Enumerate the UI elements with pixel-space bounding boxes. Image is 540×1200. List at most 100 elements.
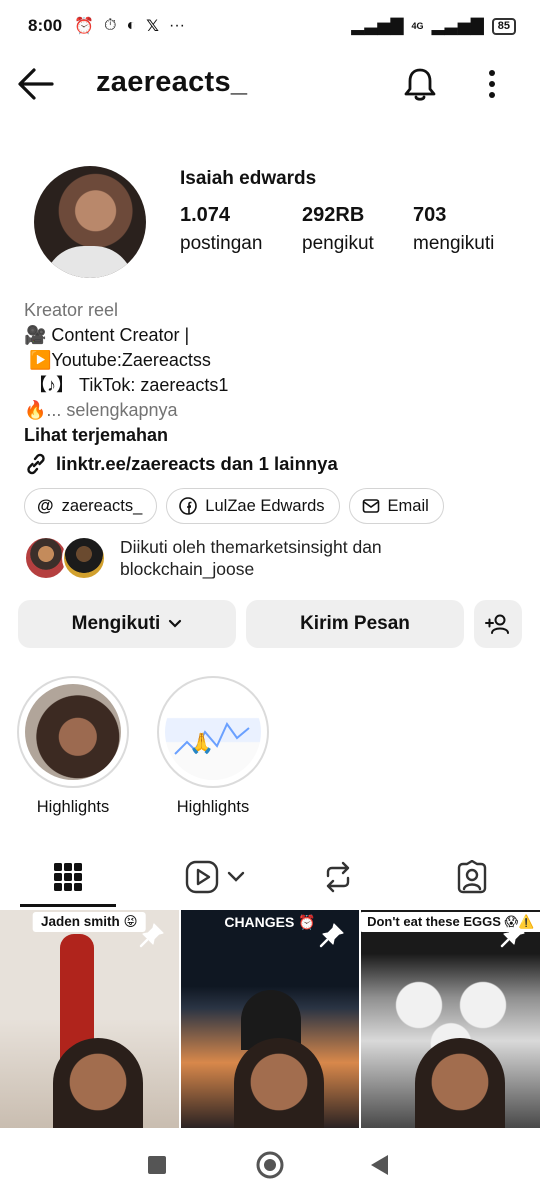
pinned-icon [320,923,344,948]
tab-reels[interactable] [180,852,250,902]
pinned-icon [500,923,525,948]
stat-following-label: mengikuti [413,233,495,254]
threads-chip-label: zaereacts_ [61,496,143,515]
status-bar: 8:00 ⏰ ⏱ ◐ 𝕏 ··· ▂▃▅▇ 4G ▂▃▅▇ 85 [0,0,540,52]
back-nav-button[interactable] [371,1155,388,1175]
bell-icon [404,68,436,101]
post-creator-face [234,1038,324,1128]
pinned-icon [139,923,164,948]
grid-icon [54,863,82,891]
followed-by[interactable]: Diikuti oleh themarketsinsight dan block… [24,536,382,580]
kebab-menu-icon [489,70,495,98]
home-button[interactable] [256,1151,284,1179]
home-dot-icon [264,1159,276,1171]
post-thumbnail[interactable]: CHANGES ⏰ [180,910,360,1128]
facebook-chip-label: LulZae Edwards [205,496,325,515]
followed-by-text: Diikuti oleh themarketsinsight dan block… [120,536,382,580]
more-options-button[interactable] [478,64,506,104]
profile-tabs [0,846,540,908]
stat-following-value: 703 [413,204,447,226]
stat-followers-label: pengikut [302,233,374,254]
system-nav-bar [0,1130,540,1200]
stat-followers-value: 292RB [302,204,365,226]
stat-followers[interactable]: 292RB pengikut [302,204,374,255]
alarm-icon: ⏱ [103,17,117,34]
profile-link-text: linktr.ee/zaereacts dan 1 lainnya [56,453,338,474]
nav-buttons [148,1151,388,1179]
highlight-label: Highlights [176,798,250,816]
mutual-follower-avatar [62,536,106,580]
facebook-icon [179,497,198,515]
tab-posts-grid[interactable] [40,852,96,902]
bio-line: 🎥 Content Creator | [24,325,190,345]
following-button[interactable]: Mengikuti [18,600,236,648]
profile-avatar[interactable] [34,166,146,278]
facebook-chip[interactable]: LulZae Edwards [166,488,340,524]
active-tab-indicator [20,904,116,907]
bio-line: 【♪】 TikTok: zaereacts1 [24,375,229,395]
profile-full-name: Isaiah edwards [180,168,317,189]
notifications-button[interactable] [400,64,440,104]
highlight-cover [25,684,121,780]
tab-tagged[interactable] [452,852,492,902]
see-translation-link[interactable]: Lihat terjemahan [24,423,524,448]
repost-icon [326,861,350,893]
post-thumbnail[interactable]: Jaden smith 😝 [0,910,179,1128]
email-chip-label: Email [387,496,429,515]
highlight-cover: 🙏 [165,684,261,780]
post-thumbnail[interactable]: Don't eat these EGGS 😱⚠️ [361,910,540,1128]
threads-icon: @ [37,496,54,515]
profile-actions: Mengikuti Kirim Pesan [18,600,522,648]
triangle-back-icon [371,1155,388,1175]
profile-link[interactable]: linktr.ee/zaereacts dan 1 lainnya [24,452,338,476]
stat-posts-value: 1.074 [180,204,231,226]
battery-indicator: 85 [491,17,516,35]
stat-posts-label: postingan [180,233,263,254]
signal-icon: ▂▃▅▇ [351,16,404,35]
post-creator-face [53,1038,144,1128]
back-arrow-icon [18,68,54,100]
email-chip[interactable]: Email [348,488,444,524]
message-button-label: Kirim Pesan [300,613,410,634]
suggest-users-button[interactable] [474,600,522,648]
mail-icon [362,499,379,513]
profile-category: Kreator reel [24,300,119,320]
story-highlight[interactable]: 🙏 Highlights [157,676,269,817]
reels-play-icon [185,860,219,894]
post-caption: CHANGES ⏰ [224,914,316,930]
story-highlight[interactable]: Highlights [17,676,129,817]
following-button-label: Mengikuti [71,613,161,634]
followed-by-line: blockchain_joose [120,559,255,579]
tab-reposts[interactable] [318,852,358,902]
network-type: 4G [411,21,424,31]
status-time: 8:00 [28,16,63,35]
see-more-link[interactable]: ... selengkapnya [46,400,177,420]
message-button[interactable]: Kirim Pesan [246,600,464,648]
profile-username: zaereacts_ [96,66,248,98]
highlight-ring [17,676,129,788]
stat-following[interactable]: 703 mengikuti [413,204,494,255]
stat-posts[interactable]: 1.074 postingan [180,204,262,255]
recents-button[interactable] [148,1156,166,1174]
alarm-clock-icon: ⏰ [74,18,94,35]
highlight-label: Highlights [36,798,110,816]
profile-header: zaereacts_ [0,56,540,112]
highlight-ring: 🙏 [157,676,269,788]
pray-emoji: 🙏 [189,732,214,755]
tagged-person-icon [457,860,487,894]
bio-line: ▶️Youtube:Zaereactss [24,350,211,370]
notification-icons: ⏰ ⏱ ◐ 𝕏 ··· [74,16,185,36]
posts-grid: Jaden smith 😝 CHANGES ⏰ Don't eat these … [0,910,540,1128]
profile-chips: @ zaereacts_ LulZae Edwards Email [24,488,444,524]
threads-chip[interactable]: @ zaereacts_ [24,488,158,524]
system-indicators: ▂▃▅▇ 4G ▂▃▅▇ 85 [351,16,516,36]
chevron-down-icon [227,871,245,882]
bio-truncated-line: 🔥... selengkapnya [24,398,524,423]
add-person-icon [485,614,509,634]
followed-by-line: Diikuti oleh themarketsinsight dan [120,537,382,557]
more-dots-icon: ··· [169,17,185,34]
post-creator-face [414,1038,505,1128]
back-button[interactable] [16,66,56,102]
post-caption: Jaden smith 😝 [33,912,146,932]
shield-icon: ◐ [126,17,137,34]
